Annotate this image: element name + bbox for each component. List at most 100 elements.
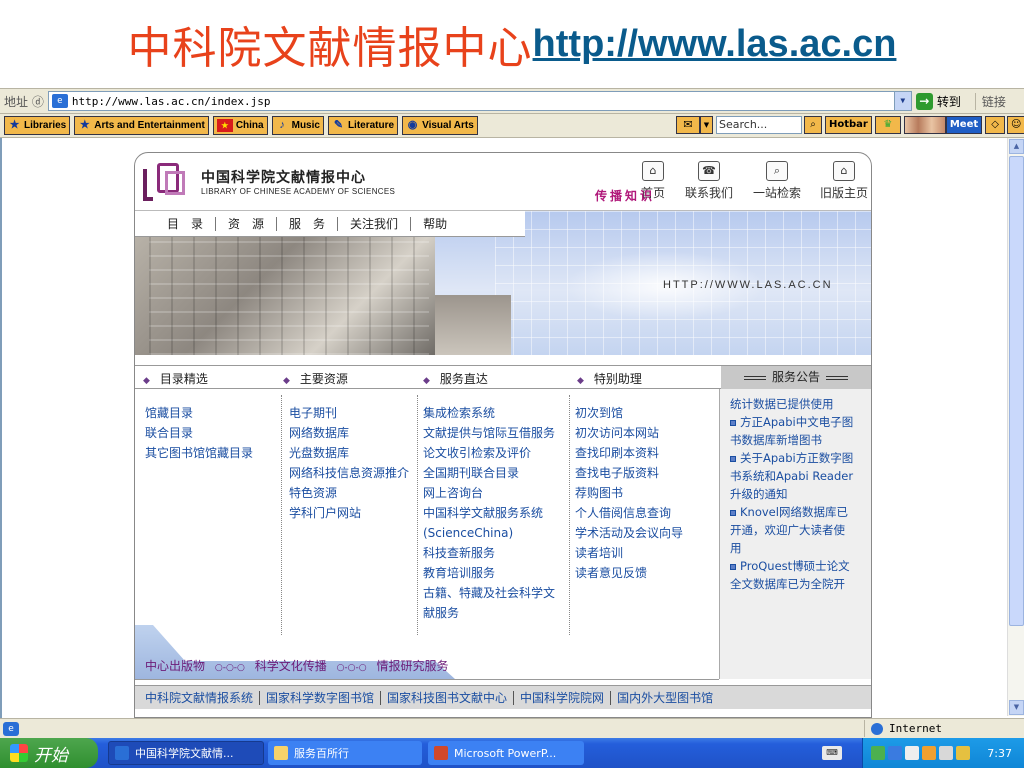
link-literature[interactable]: ✎ Literature [327,116,399,135]
meet-button[interactable]: Meet [945,116,983,134]
notice-item[interactable]: 关于Apabi方正数字图 [730,449,863,467]
las-logo[interactable] [143,163,193,203]
list-item[interactable]: 查找印刷本资料 [575,443,683,463]
menu-services[interactable]: 服 务 [277,216,339,231]
list-item[interactable]: 网络科技信息资源推介 [289,463,409,483]
category-services[interactable]: ◆ 服务直达 [423,370,488,387]
address-dropdown-icon[interactable]: ▼ [893,92,911,110]
go-label[interactable]: 转到 [937,93,961,110]
links-label[interactable]: 链接 [974,92,1006,110]
list-item[interactable]: 学科门户网站 [289,503,409,523]
scroll-thumb[interactable] [1009,156,1024,626]
diamond-icon[interactable]: ◇ [985,116,1006,134]
footer-links: 中科院文献情报系统 国家科学数字图书馆 国家科技图书文献中心 中国科学院院网 国… [135,685,871,709]
link-china[interactable]: ★ China [212,116,268,135]
list-item[interactable]: 教育培训服务 [423,563,555,583]
list-item[interactable]: 馆藏目录 [145,403,253,423]
menu-help[interactable]: 帮助 [411,217,459,231]
mail-icon[interactable]: ✉ [676,116,700,134]
menu-resources[interactable]: 资 源 [216,216,278,231]
nav-old-home[interactable]: ⌂ 旧版主页 [819,161,869,201]
list-item[interactable]: 科技查新服务 [423,543,555,563]
category-catalog[interactable]: ◆ 目录精选 [143,370,208,387]
notice-item[interactable]: Knovel网络数据库已 [730,503,863,521]
smiley-icon[interactable]: ☺ [1007,116,1024,134]
search-icon[interactable]: ⌕ [804,116,822,134]
footer-link[interactable]: 国家科学数字图书馆 [260,690,382,705]
link-publications[interactable]: 中心出版物 [145,659,205,673]
list-item[interactable]: 电子期刊 [289,403,409,423]
go-button[interactable]: → 转到 [915,92,961,110]
go-arrow-icon[interactable]: → [915,92,933,110]
footer-link[interactable]: 中科院文献情报系统 [145,690,261,705]
network-icon[interactable] [888,746,902,760]
faces-icon[interactable] [903,116,946,134]
list-item[interactable]: (ScienceChina) [423,523,555,543]
mail-dropdown-icon[interactable]: ▼ [700,116,713,134]
link-arts-entertainment[interactable]: ★ Arts and Entertainment [74,116,209,135]
slide-title-url[interactable]: http://www.las.ac.cn [533,23,897,66]
list-item[interactable]: 光盘数据库 [289,443,409,463]
list-item[interactable]: 查找电子版资料 [575,463,683,483]
menu-directory[interactable]: 目 录 [155,216,217,231]
search-input[interactable]: Search... [716,116,802,134]
link-intelligence-research[interactable]: 情报研究服务 [376,659,448,673]
link-visual-arts[interactable]: ◉ Visual Arts [402,116,478,135]
list-item[interactable]: 学术活动及会议向导 [575,523,683,543]
list-item[interactable]: 特色资源 [289,483,409,503]
footer-link[interactable]: 中国科学院院网 [514,690,612,705]
address-value[interactable]: http://www.las.ac.cn/index.jsp [72,95,271,108]
list-item[interactable]: 联合目录 [145,423,253,443]
list-item[interactable]: 集成检索系统 [423,403,555,423]
link-science-culture[interactable]: 科学文化传播 [255,659,327,673]
list-item[interactable]: 读者培训 [575,543,683,563]
footer-link[interactable]: 国家科技图书文献中心 [381,690,515,705]
tray-app-icon[interactable] [922,746,936,760]
list-item[interactable]: 古籍、特藏及社会科学文 [423,583,555,603]
nav-contact[interactable]: ☎ 联系我们 [683,161,735,201]
notice-item[interactable]: 统计数据已提供使用 [730,395,863,413]
keyboard-icon[interactable]: ⌨ [822,746,842,760]
tray-app-icon[interactable] [956,746,970,760]
list-item[interactable]: 初次访问本网站 [575,423,683,443]
scroll-up-icon[interactable]: ▲ [1009,139,1024,154]
list-item[interactable]: 网络数据库 [289,423,409,443]
notice-item[interactable]: ProQuest博硕士论文 [730,557,863,575]
task-browser[interactable]: 中国科学院文献情... [108,741,264,765]
nav-search[interactable]: ⌕ 一站检索 [751,161,803,201]
phone-icon[interactable]: ☎ [698,161,720,181]
list-item[interactable]: 论文收引检索及评价 [423,443,555,463]
list-item[interactable]: 其它图书馆馆藏目录 [145,443,253,463]
notice-item[interactable]: 方正Apabi中文电子图 [730,413,863,431]
list-item[interactable]: 荐购图书 [575,483,683,503]
search-icon[interactable]: ⌕ [766,161,788,181]
list-item[interactable]: 中国科学文献服务系统 [423,503,555,523]
scroll-down-icon[interactable]: ▼ [1009,700,1024,715]
start-button[interactable]: 开始 [0,738,98,768]
list-item[interactable]: 献服务 [423,603,555,623]
task-powerpoint[interactable]: Microsoft PowerP... [428,741,584,765]
menu-follow-us[interactable]: 关注我们 [338,216,412,231]
vertical-scrollbar[interactable]: ▲ ▼ [1007,138,1024,716]
list-item[interactable]: 文献提供与馆际互借服务 [423,423,555,443]
list-item[interactable]: 全国期刊联合目录 [423,463,555,483]
volume-icon[interactable] [905,746,919,760]
network-icon[interactable] [871,746,885,760]
hotbar-button[interactable]: Hotbar [825,116,872,134]
crown-icon[interactable]: ♛ [874,116,901,134]
task-folder[interactable]: 服务百所行 [268,741,422,765]
list-item[interactable]: 个人借阅信息查询 [575,503,683,523]
notice-panel: 统计数据已提供使用 方正Apabi中文电子图 书数据库新增图书 关于Apabi方… [719,389,871,679]
home-icon[interactable]: ⌂ [642,161,664,181]
footer-link[interactable]: 国内外大型图书馆 [611,691,719,705]
category-resources[interactable]: ◆ 主要资源 [283,370,348,387]
link-music[interactable]: ♪ Music [271,116,324,135]
list-item[interactable]: 初次到馆 [575,403,683,423]
link-libraries[interactable]: ★ Libraries [4,116,71,135]
address-input[interactable]: e http://www.las.ac.cn/index.jsp ▼ [47,91,912,111]
tray-app-icon[interactable] [939,746,953,760]
home-icon[interactable]: ⌂ [833,161,855,181]
list-item[interactable]: 网上咨询台 [423,483,555,503]
category-assistant[interactable]: ◆ 特别助理 [577,370,642,387]
list-item[interactable]: 读者意见反馈 [575,563,683,583]
